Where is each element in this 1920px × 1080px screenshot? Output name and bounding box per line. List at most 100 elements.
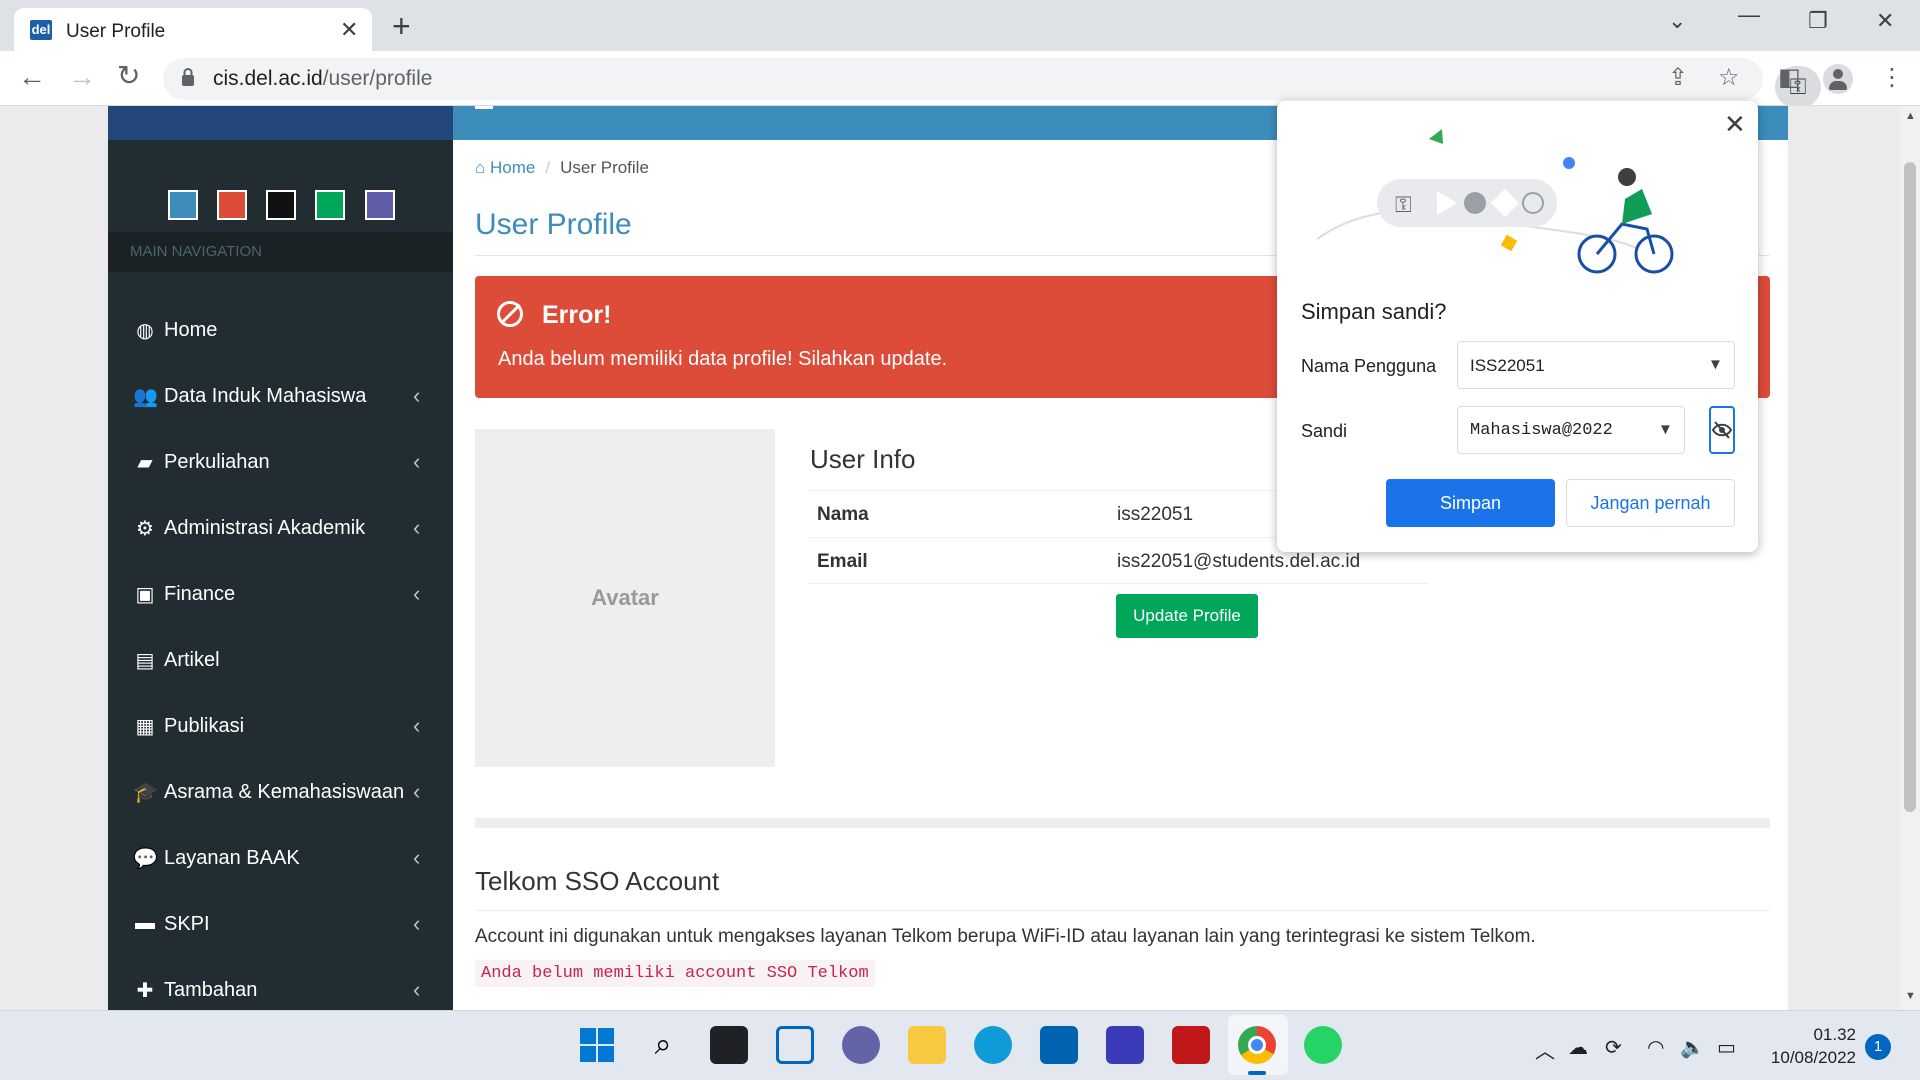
address-bar[interactable]: cis.del.ac.id/user/profile ⚿	[163, 58, 1821, 108]
save-password-button[interactable]: Simpan	[1386, 479, 1555, 527]
sidebar-item-layanan-baak[interactable]: 💬 Layanan BAAK ‹	[108, 826, 453, 892]
search-icon[interactable]: ⌕	[644, 1026, 682, 1064]
sidebar-item-perkuliahan[interactable]: ▰ Perkuliahan ‹	[108, 430, 453, 496]
sidebar-item-label: Asrama & Kemahasiswaan	[164, 781, 405, 803]
battery-icon[interactable]: ▭	[1717, 1035, 1736, 1060]
password-select[interactable]: Mahasiswa@2022 ▼	[1457, 406, 1685, 454]
dashboard-icon: ◍	[136, 320, 154, 342]
sidebar-item-asrama-kemahasiswaan[interactable]: 🎓 Asrama & Kemahasiswaan ‹	[108, 760, 453, 826]
browser-tabstrip: del User Profile ✕ + ⌄ — ❐ ✕	[0, 0, 1920, 51]
chrome-menu-icon[interactable]: ⋮	[1880, 63, 1904, 92]
share-icon[interactable]: ⇪	[1668, 63, 1688, 92]
url-text[interactable]: cis.del.ac.id/user/profile	[213, 67, 432, 91]
sidebar-item-skpi[interactable]: ▬ SKPI ‹	[108, 892, 453, 958]
sidebar-item-label: Administrasi Akademik	[164, 517, 366, 539]
username-select[interactable]: ISS22051 ▼	[1457, 341, 1735, 389]
row-key: Nama	[817, 504, 869, 525]
sidebar-item-administrasi-akademik[interactable]: ⚙ Administrasi Akademik ‹	[108, 496, 453, 562]
whatsapp-icon[interactable]	[1304, 1026, 1342, 1064]
close-tab-icon[interactable]: ✕	[340, 17, 358, 43]
home-icon: ⌂	[475, 158, 486, 177]
sidebar-item-home[interactable]: ◍ Home	[108, 298, 453, 364]
active-app-indicator	[1248, 1071, 1266, 1075]
start-windows-icon[interactable]	[578, 1026, 616, 1064]
sidebar-item-label: SKPI	[164, 913, 210, 935]
row-key: Email	[817, 551, 868, 572]
page-scrollbar[interactable]: ▲ ▼	[1900, 106, 1920, 1010]
sidebar-item-data-induk-mahasiswa[interactable]: 👥 Data Induk Mahasiswa ‹	[108, 364, 453, 430]
clock-time: 01.32	[1813, 1025, 1856, 1044]
app-logo-strip[interactable]	[108, 106, 453, 140]
chevron-left-icon: ‹	[413, 515, 421, 540]
scroll-down-icon[interactable]: ▼	[1905, 990, 1916, 1002]
never-save-button[interactable]: Jangan pernah	[1566, 479, 1735, 527]
side-panel-icon[interactable]: ◧	[1778, 63, 1801, 92]
section-divider	[475, 818, 1770, 828]
widgets-icon[interactable]	[776, 1026, 814, 1064]
skin-swatch-purple[interactable]	[365, 190, 395, 220]
sidebar-item-publikasi[interactable]: ▦ Publikasi ‹	[108, 694, 453, 760]
sidebar-item-label: Finance	[164, 583, 236, 605]
sidebar-item-artikel[interactable]: ▤ Artikel	[108, 628, 453, 694]
notification-badge[interactable]: 1	[1865, 1034, 1891, 1060]
plus-square-icon: ✚	[136, 980, 154, 1002]
sticky-app-icon[interactable]	[1106, 1026, 1144, 1064]
task-view-icon[interactable]	[710, 1026, 748, 1064]
save-password-dialog: ✕ ⚿ Simpan sandi? Nama Pengguna ISS22051…	[1277, 101, 1758, 552]
system-clock[interactable]: 01.32 10/08/2022	[1762, 1023, 1856, 1069]
volume-icon[interactable]: 🔈	[1680, 1035, 1705, 1060]
lock-icon	[182, 68, 194, 86]
browser-tab[interactable]: del User Profile ✕	[14, 8, 372, 51]
bookmark-star-icon[interactable]: ☆	[1718, 63, 1740, 92]
microsoft-store-icon[interactable]	[1040, 1026, 1078, 1064]
update-profile-button[interactable]: Update Profile	[1116, 594, 1258, 638]
chrome-icon[interactable]	[1238, 1026, 1276, 1064]
back-icon[interactable]: ←	[18, 61, 46, 93]
avatar: Avatar	[475, 429, 775, 767]
teams-chat-icon[interactable]	[842, 1026, 880, 1064]
onedrive-icon[interactable]: ☁	[1568, 1035, 1588, 1060]
sidebar-item-finance[interactable]: ▣ Finance ‹	[108, 562, 453, 628]
sso-divider	[475, 910, 1770, 911]
skin-swatch-blue[interactable]	[168, 190, 198, 220]
sidebar-item-label: Tambahan	[164, 979, 258, 1001]
scroll-up-icon[interactable]: ▲	[1905, 110, 1916, 122]
edge-browser-icon[interactable]	[974, 1026, 1012, 1064]
row-value: iss22051	[1117, 504, 1194, 525]
eye-off-icon	[1712, 421, 1732, 439]
breadcrumb-home-link[interactable]: Home	[490, 158, 535, 177]
wifi-icon[interactable]: ◠	[1647, 1035, 1664, 1060]
mcafee-icon[interactable]	[1172, 1026, 1210, 1064]
sidebar-toggle-icon[interactable]	[475, 106, 493, 109]
reload-icon[interactable]: ↻	[117, 59, 140, 92]
restore-button[interactable]: ❐	[1808, 8, 1828, 34]
skin-swatch-red[interactable]	[217, 190, 247, 220]
graduation-cap-icon: 🎓	[133, 782, 158, 804]
toggle-password-visibility-button[interactable]	[1709, 406, 1735, 454]
main-navigation-header: MAIN NAVIGATION	[108, 232, 453, 272]
chevron-left-icon: ‹	[413, 977, 421, 1002]
new-tab-button[interactable]: +	[392, 8, 411, 45]
sso-title: Telkom SSO Account	[475, 866, 720, 896]
svg-text:⚿: ⚿	[1395, 193, 1412, 218]
forward-icon[interactable]: →	[68, 61, 96, 93]
file-explorer-icon[interactable]	[908, 1026, 946, 1064]
profile-avatar-icon[interactable]	[1823, 64, 1853, 94]
skin-swatch-black[interactable]	[266, 190, 296, 220]
sync-icon[interactable]: ⟳	[1605, 1035, 1622, 1060]
sidebar-item-label: Publikasi	[164, 715, 245, 737]
tab-search-icon[interactable]: ⌄	[1668, 8, 1686, 34]
close-icon[interactable]: ✕	[1724, 109, 1746, 140]
skin-swatch-green[interactable]	[315, 190, 345, 220]
chevron-left-icon: ‹	[413, 449, 421, 474]
minimize-button[interactable]: —	[1738, 2, 1760, 28]
show-hidden-icons-icon[interactable]: ︿	[1535, 1035, 1555, 1064]
sidebar-item-tambahan[interactable]: ✚ Tambahan ‹	[108, 958, 453, 1010]
row-value: iss22051@students.del.ac.id	[1117, 551, 1361, 572]
breadcrumb-current: User Profile	[560, 158, 649, 177]
dropdown-arrow-icon: ▼	[1708, 356, 1723, 373]
close-window-button[interactable]: ✕	[1876, 8, 1894, 34]
users-icon: 👥	[133, 386, 158, 408]
alert-title: Error!	[542, 301, 612, 329]
scrollbar-thumb[interactable]	[1904, 162, 1916, 812]
